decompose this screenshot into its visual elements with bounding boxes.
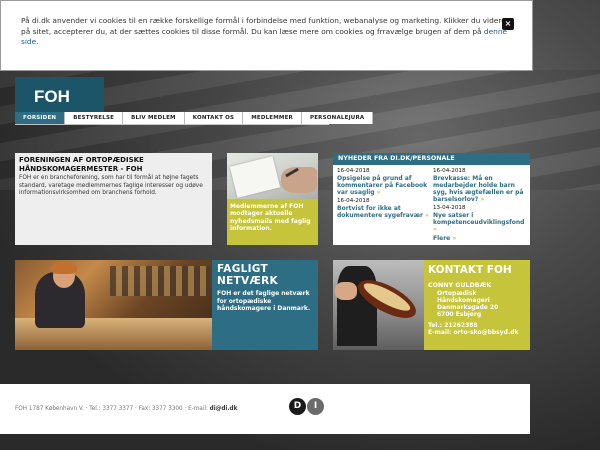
news-link[interactable]: Bortvist for ikke at dokumentere sygefra… [337, 205, 423, 219]
news-heading: NYHEDER FRA DI.DK/PERSONALE [333, 153, 530, 165]
di-logo[interactable]: D I [289, 398, 324, 415]
contact-line: Ortopædisk [437, 289, 477, 297]
news-link[interactable]: Brevkasse: Må en medarbejder holde barn … [433, 175, 523, 203]
contact-line: Danmarksgade 20 [437, 303, 499, 311]
arrow-icon: » [425, 212, 429, 219]
nav-item-kontakt-os[interactable]: KONTAKT OS [184, 112, 244, 124]
arrow-icon: » [433, 226, 437, 233]
news-item[interactable]: 13-04-2018 Nye satser i kompetenceudvikl… [433, 205, 529, 233]
nav-item-medlemmer[interactable]: MEDLEMMER [243, 112, 302, 124]
intro-box: FORENINGEN AF ORTOPÆDISKE HÅNDSKOMAGERME… [15, 153, 212, 245]
footer: FOH 1787 København V. · Tel.: 3377 3377 … [0, 384, 530, 434]
shoe-photo [333, 260, 424, 350]
cookie-text-end: . [36, 37, 39, 46]
newsletter-promo[interactable]: Medlemmerne af FOH modtager aktuelle nyh… [227, 153, 318, 245]
news-column-right: 16-04-2018 Brevkasse: Må en medarbejder … [433, 168, 529, 242]
contact-title: KONTAKT FOH [428, 264, 512, 276]
promo-text: Medlemmerne af FOH modtager aktuelle nyh… [230, 203, 311, 233]
workshop-photo [15, 260, 212, 350]
intro-title: FORENINGEN AF ORTOPÆDISKE HÅNDSKOMAGERME… [19, 156, 144, 173]
main-nav: FORSIDEN BESTYRELSE BLIV MEDLEM KONTAKT … [15, 112, 374, 124]
news-item[interactable]: 16-04-2018 Opsigelse på grund af komment… [337, 168, 433, 196]
site-logo[interactable]: FOH [15, 77, 104, 112]
intro-body: FOH er en brancheforening, som har til f… [19, 175, 203, 197]
news-item[interactable]: 16-04-2018 Bortvist for ikke at dokument… [337, 198, 433, 219]
news-link[interactable]: Opsigelse på grund af kommentarer på Fac… [337, 175, 427, 196]
contact-line: Håndskomageri [437, 296, 490, 304]
news-link[interactable]: Nye satser i kompetenceudviklingsfond [433, 212, 524, 226]
network-body: FOH er det faglige netværk for ortopædis… [217, 290, 311, 313]
nav-item-forsiden[interactable]: FORSIDEN [15, 112, 66, 124]
news-date: 16-04-2018 [433, 168, 466, 174]
arrow-icon: » [480, 196, 485, 203]
contact-box: KONTAKT FOH CONNY GULDBÆK Ortopædisk Hån… [424, 260, 530, 350]
promo-image [227, 153, 318, 199]
di-logo-i: I [307, 398, 324, 415]
close-icon[interactable]: × [502, 18, 514, 30]
news-column-left: 16-04-2018 Opsigelse på grund af komment… [337, 168, 433, 242]
contact-phone: Tel.: 21262388 [428, 321, 478, 329]
arrow-icon: » [452, 235, 457, 242]
news-date: 16-04-2018 [337, 198, 370, 204]
cookie-banner: På di.dk anvender vi cookies til en rækk… [0, 0, 533, 71]
nav-item-personalejura[interactable]: PERSONALEJURA [301, 112, 374, 124]
network-title: FAGLIGT NETVÆRK [217, 263, 278, 287]
network-box[interactable]: FAGLIGT NETVÆRK FOH er det faglige netvæ… [212, 260, 318, 350]
news-date: 13-04-2018 [433, 205, 466, 211]
news-item[interactable]: 16-04-2018 Brevkasse: Må en medarbejder … [433, 168, 529, 203]
di-logo-d: D [289, 398, 306, 415]
nav-divider [15, 124, 329, 125]
news-more-link[interactable]: Flere [433, 235, 450, 242]
footer-address-text: FOH 1787 København V. · Tel.: 3377 3377 … [15, 406, 210, 412]
arrow-icon: » [376, 189, 381, 196]
contact-name: CONNY GULDBÆK [428, 282, 492, 289]
cookie-text: På di.dk anvender vi cookies til en rækk… [21, 16, 506, 36]
contact-line: 6700 Esbjerg [437, 310, 482, 318]
nav-item-bliv-medlem[interactable]: BLIV MEDLEM [123, 112, 185, 124]
news-box: NYHEDER FRA DI.DK/PERSONALE 16-04-2018 O… [333, 153, 530, 245]
nav-item-bestyrelse[interactable]: BESTYRELSE [65, 112, 124, 124]
footer-email-link[interactable]: di@di.dk [210, 406, 238, 412]
contact-email[interactable]: E-mail: orto-sko@bbsyd.dk [428, 329, 526, 336]
news-date: 16-04-2018 [337, 168, 370, 174]
footer-address: FOH 1787 København V. · Tel.: 3377 3377 … [15, 406, 237, 412]
